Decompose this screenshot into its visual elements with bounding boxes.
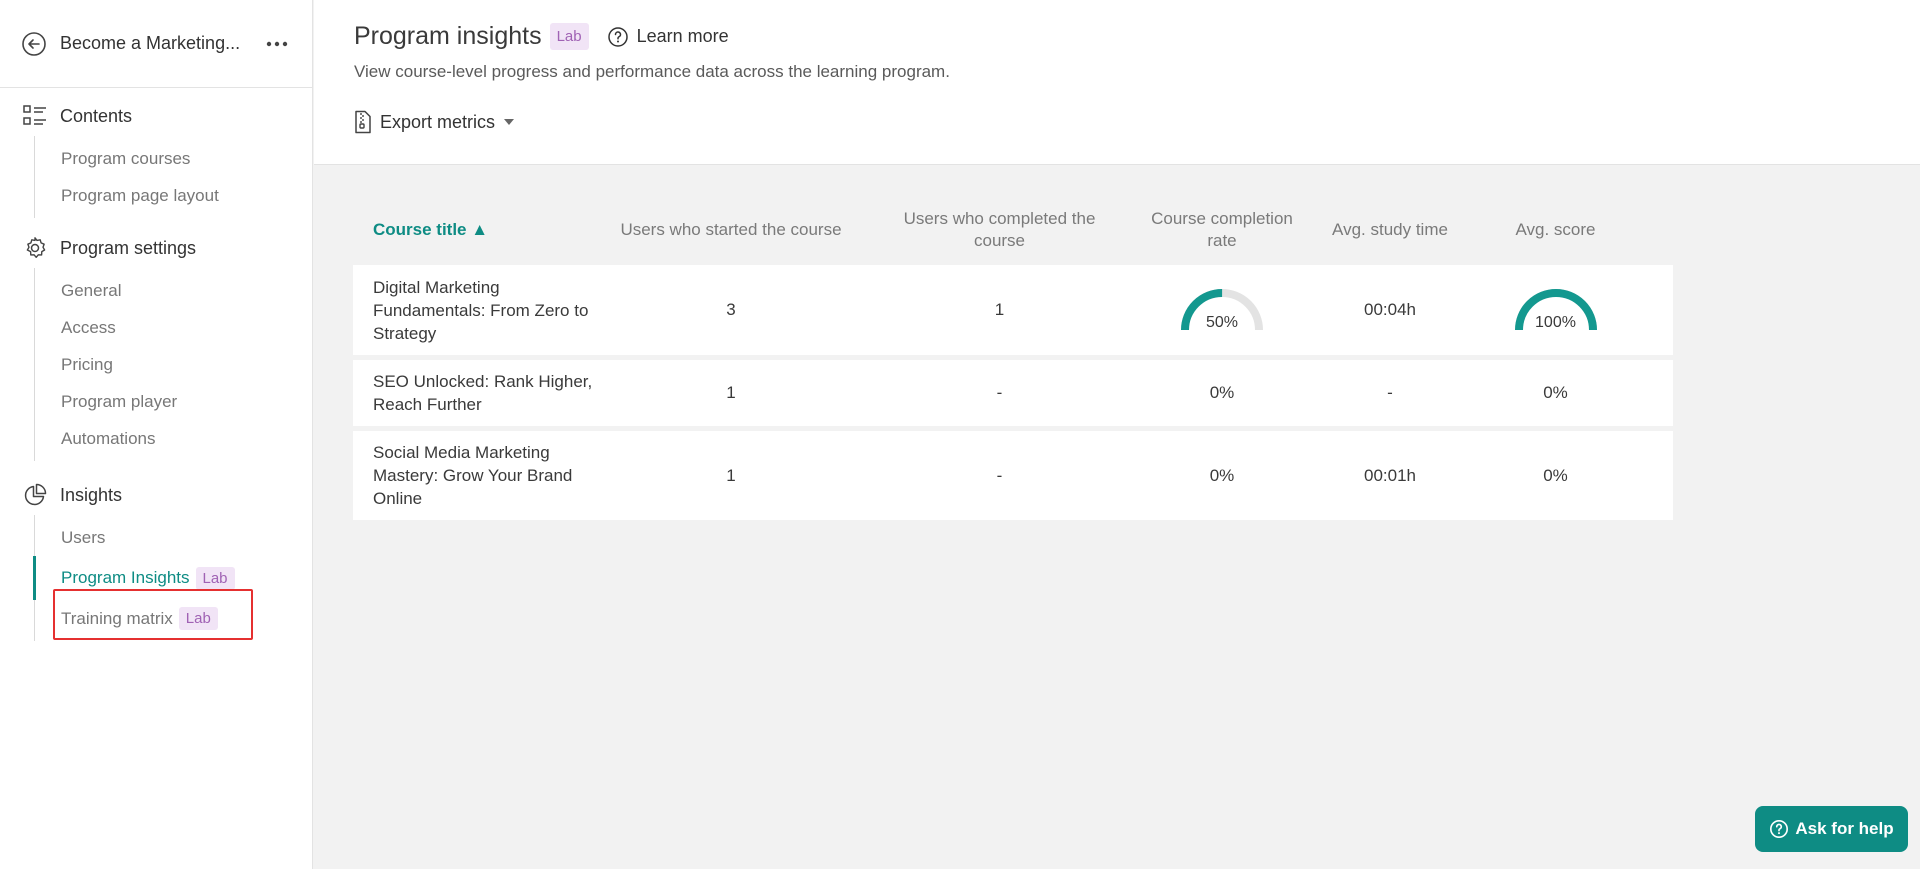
list-icon <box>22 103 48 129</box>
sidebar-item-training-matrix[interactable]: Training matrix Lab <box>35 600 312 637</box>
column-avg-study-time: Avg. study time <box>1332 220 1448 239</box>
score-cell: 0% <box>1543 465 1568 485</box>
score-cell: 0% <box>1543 383 1568 402</box>
users-started-cell: 1 <box>726 465 736 485</box>
users-completed-cell: 1 <box>994 300 1005 319</box>
title-row: Program insights Lab Learn more <box>354 22 729 51</box>
table-header: Course title ▲ Users who started the cou… <box>353 200 1673 260</box>
export-metrics-button[interactable]: Export metrics <box>354 110 515 134</box>
lab-badge: Lab <box>549 23 589 50</box>
course-title-cell: Social Media Marketing Mastery: Grow You… <box>373 443 573 508</box>
sidebar-item-program-page-layout[interactable]: Program page layout <box>35 177 312 214</box>
column-users-completed: Users who completed the course <box>903 209 1096 250</box>
pie-chart-icon <box>22 482 48 508</box>
column-users-started: Users who started the course <box>620 220 842 239</box>
sidebar-item-automations[interactable]: Automations <box>35 420 312 457</box>
section-contents[interactable]: Contents <box>0 96 312 136</box>
completion-rate-value: 50% <box>1205 314 1239 331</box>
lab-badge: Lab <box>178 607 218 630</box>
table-row[interactable]: Digital Marketing Fundamentals: From Zer… <box>353 265 1673 355</box>
study-time-cell: - <box>1387 383 1393 402</box>
section-label: Program settings <box>60 237 197 258</box>
sidebar: Become a Marketing... Contents Program c… <box>0 0 313 869</box>
more-options-icon[interactable] <box>262 29 292 59</box>
users-started-cell: 3 <box>726 300 736 319</box>
ask-for-help-button[interactable]: Ask for help <box>1755 806 1908 852</box>
users-completed-cell: - <box>996 383 1003 402</box>
sidebar-item-label: Program Insights <box>61 568 190 587</box>
help-circle-icon <box>1770 820 1789 838</box>
completion-rate-cell: 50% <box>1142 286 1302 334</box>
sidebar-item-pricing[interactable]: Pricing <box>35 346 312 383</box>
sidebar-item-label: Training matrix <box>61 608 173 628</box>
lab-badge: Lab <box>195 566 235 590</box>
table-row[interactable]: Social Media Marketing Mastery: Grow You… <box>353 431 1673 520</box>
section-insights[interactable]: Insights <box>0 475 312 515</box>
section-label: Insights <box>60 484 123 505</box>
learn-more-link[interactable]: Learn more <box>607 26 729 48</box>
completion-rate-cell: 0% <box>1209 465 1235 485</box>
page-header: Program insights Lab Learn more View cou… <box>314 0 1920 165</box>
sidebar-item-program-courses[interactable]: Program courses <box>35 140 312 177</box>
study-time-cell: 00:04h <box>1364 300 1416 319</box>
users-completed-cell: - <box>996 465 1003 485</box>
course-title-cell: Digital Marketing Fundamentals: From Zer… <box>373 277 589 343</box>
back-arrow-icon[interactable] <box>20 30 48 58</box>
sidebar-item-general[interactable]: General <box>35 272 312 309</box>
course-title-cell: SEO Unlocked: Rank Higher, Reach Further <box>373 372 593 414</box>
column-course-title[interactable]: Course title ▲ <box>353 219 605 241</box>
table-row[interactable]: SEO Unlocked: Rank Higher, Reach Further… <box>353 360 1673 426</box>
page-subtitle: View course-level progress and performan… <box>354 62 950 81</box>
sidebar-header: Become a Marketing... <box>0 0 312 88</box>
sidebar-item-users[interactable]: Users <box>35 519 312 556</box>
sidebar-item-program-player[interactable]: Program player <box>35 383 312 420</box>
study-time-cell: 00:01h <box>1364 465 1416 485</box>
course-insights-table: Course title ▲ Users who started the cou… <box>353 200 1673 520</box>
chevron-down-icon <box>504 119 515 125</box>
section-label: Contents <box>60 105 133 126</box>
column-completion-rate: Course completion rate <box>1151 209 1293 250</box>
settings-submenu: General Access Pricing Program player Au… <box>34 268 312 461</box>
completion-gauge: 50% <box>1177 286 1267 334</box>
sidebar-item-access[interactable]: Access <box>35 309 312 346</box>
learn-more-label: Learn more <box>636 26 729 46</box>
column-avg-score: Avg. score <box>1515 220 1596 239</box>
program-title: Become a Marketing... <box>60 33 241 53</box>
insights-submenu: Users Program Insights Lab Training matr… <box>33 515 312 641</box>
help-circle-icon <box>607 26 628 47</box>
help-label: Ask for help <box>1795 819 1894 838</box>
score-cell: 100% <box>1478 286 1633 334</box>
sidebar-item-program-insights[interactable]: Program Insights Lab <box>33 556 312 600</box>
page-title: Program insights <box>354 22 542 50</box>
zip-file-icon <box>355 110 371 134</box>
score-gauge: 100% <box>1511 286 1601 334</box>
gear-icon <box>22 235 48 261</box>
contents-submenu: Program courses Program page layout <box>34 136 312 218</box>
export-label: Export metrics <box>380 111 496 132</box>
users-started-cell: 1 <box>726 383 736 402</box>
section-program-settings[interactable]: Program settings <box>0 228 312 268</box>
score-value: 100% <box>1535 314 1576 331</box>
completion-rate-cell: 0% <box>1209 383 1235 402</box>
